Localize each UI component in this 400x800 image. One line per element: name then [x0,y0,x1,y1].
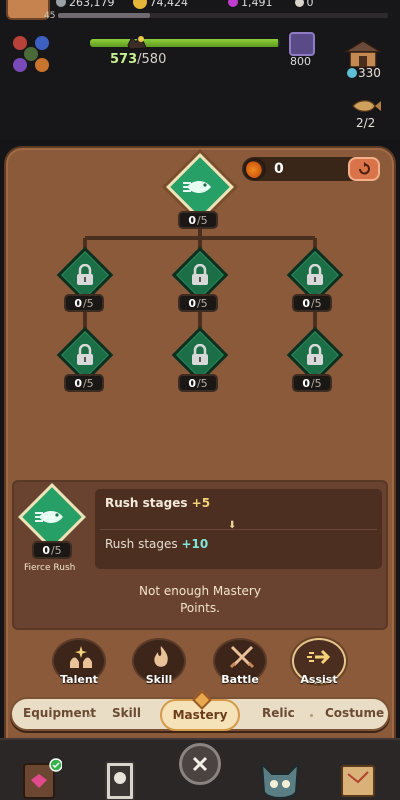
tab-equipment[interactable]: Equipment [23,706,96,720]
selected-skill-icon [18,483,86,551]
mastery-subtabs: Talent Skill Battle Assist [0,638,400,690]
crossed-swords-icon [229,645,255,669]
not-enough-points-text: Not enough Mastery Points. [139,584,261,615]
tab-separator [88,714,91,717]
monster-icon[interactable] [258,758,302,800]
effect-current: Rush stages +5 [105,496,211,510]
tab-costume[interactable]: Costume [325,706,384,720]
lock-icon [307,344,323,365]
lock-icon [77,344,93,365]
subtab-talent[interactable]: Talent [52,638,106,686]
tab-separator [310,714,313,717]
node-count: 0/5 [64,294,104,312]
node-count: 0/5 [292,294,332,312]
close-button[interactable] [179,743,221,785]
subtab-battle[interactable]: Battle [213,638,267,686]
rush-icon [183,181,211,193]
effect-next: Rush stages +10 [105,537,209,551]
subtab-skill[interactable]: Skill [132,638,186,686]
close-icon [192,756,208,772]
node-count: 0/5 [292,374,332,392]
lock-icon [192,264,208,285]
selected-skill-name: Fierce Rush [24,563,76,573]
subtab-assist[interactable]: Assist [292,638,346,686]
node-count: 0/5 [178,374,218,392]
lock-icon [307,264,323,285]
map-scroll-icon[interactable] [336,758,380,800]
mastery-node-fierce-rush[interactable] [166,153,234,221]
selected-skill-count: 0/5 [32,541,72,559]
tab-relic[interactable]: Relic [262,706,295,720]
node-count-root: 0/5 [178,211,218,229]
node-count: 0/5 [64,374,104,392]
gem-chest-icon[interactable] [18,758,62,800]
hands-sparkle-icon [70,646,92,668]
rush-icon [35,511,63,523]
hero-card-icon[interactable] [98,758,142,800]
tab-skill[interactable]: Skill [112,706,141,720]
screen: 45 263,179 74,424 1,491 0 573/580 800 33… [0,0,400,800]
effect-divider [100,529,377,530]
flame-icon [154,646,168,667]
chevron-down-icon: ⬇ [228,520,237,531]
tab-mastery[interactable]: Mastery [160,699,240,731]
reset-arrow-icon [359,162,370,175]
mastery-points-value: 0 [274,161,284,177]
lock-icon [77,264,93,285]
node-count: 0/5 [178,294,218,312]
mastery-potion-icon [244,158,266,180]
dash-arrow-icon [307,649,331,665]
lock-icon [192,344,208,365]
reset-button[interactable] [348,157,380,181]
